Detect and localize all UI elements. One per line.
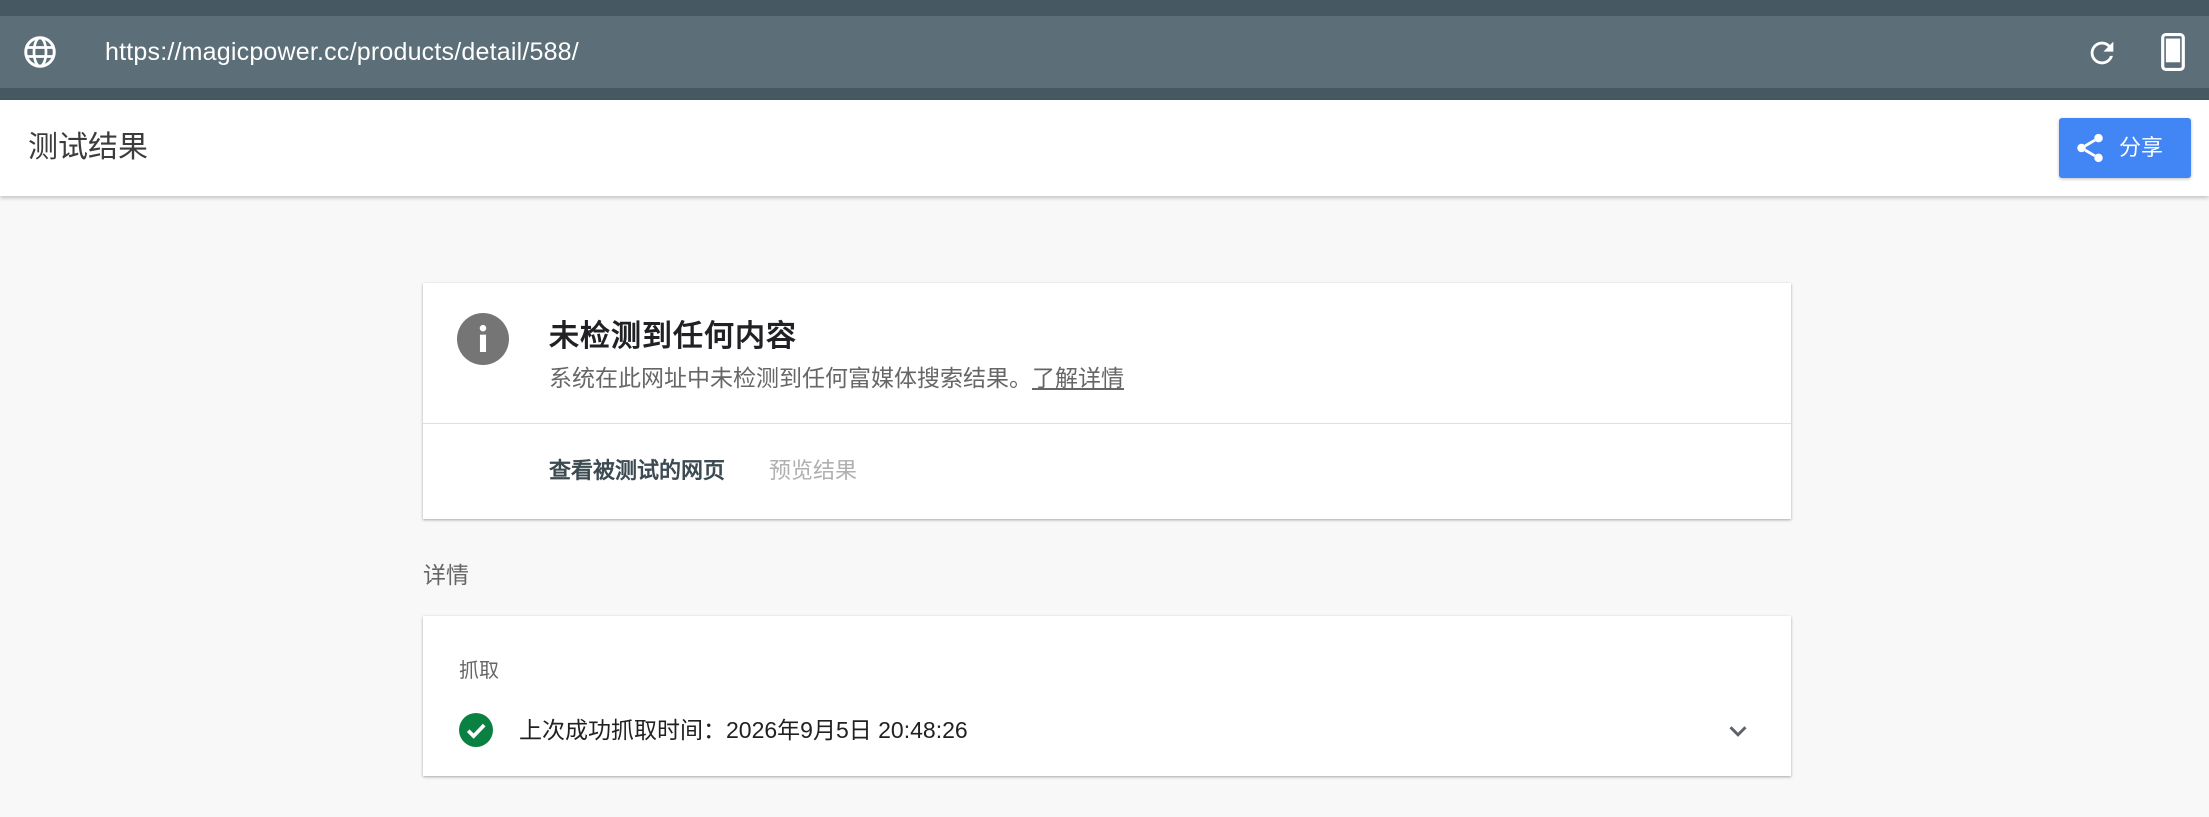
page-header: 测试结果 分享	[0, 100, 2209, 196]
check-circle-icon	[459, 713, 493, 747]
url-text[interactable]: https://magicpower.cc/products/detail/58…	[105, 16, 579, 88]
result-description: 系统在此网址中未检测到任何富媒体搜索结果。了解详情	[549, 359, 1124, 393]
tab-view-tested-page[interactable]: 查看被测试的网页	[549, 423, 725, 519]
reload-icon[interactable]	[2085, 36, 2119, 70]
browser-bar: https://magicpower.cc/products/detail/58…	[0, 0, 2209, 100]
share-icon	[2077, 133, 2103, 163]
share-button[interactable]: 分享	[2059, 118, 2191, 178]
result-title: 未检测到任何内容	[549, 320, 797, 353]
fetch-card: 抓取 上次成功抓取时间：2026年9月5日 20:48:26	[423, 616, 1791, 776]
result-card: 未检测到任何内容 系统在此网址中未检测到任何富媒体搜索结果。了解详情 查看被测试…	[423, 283, 1791, 519]
chevron-down-icon[interactable]	[1723, 716, 1753, 746]
smartphone-icon[interactable]	[2158, 33, 2188, 71]
details-heading: 详情	[423, 562, 469, 588]
tab-preview-results[interactable]: 预览结果	[769, 423, 857, 519]
url-bar: https://magicpower.cc/products/detail/58…	[0, 16, 2209, 88]
result-description-text: 系统在此网址中未检测到任何富媒体搜索结果。	[549, 365, 1032, 391]
page-title: 测试结果	[28, 131, 148, 164]
learn-more-link[interactable]: 了解详情	[1032, 365, 1124, 391]
share-label: 分享	[2119, 135, 2164, 160]
globe-icon	[24, 36, 56, 68]
info-icon	[457, 313, 509, 365]
fetch-label: 抓取	[459, 660, 499, 682]
fetch-status-text: 上次成功抓取时间：2026年9月5日 20:48:26	[519, 717, 968, 743]
